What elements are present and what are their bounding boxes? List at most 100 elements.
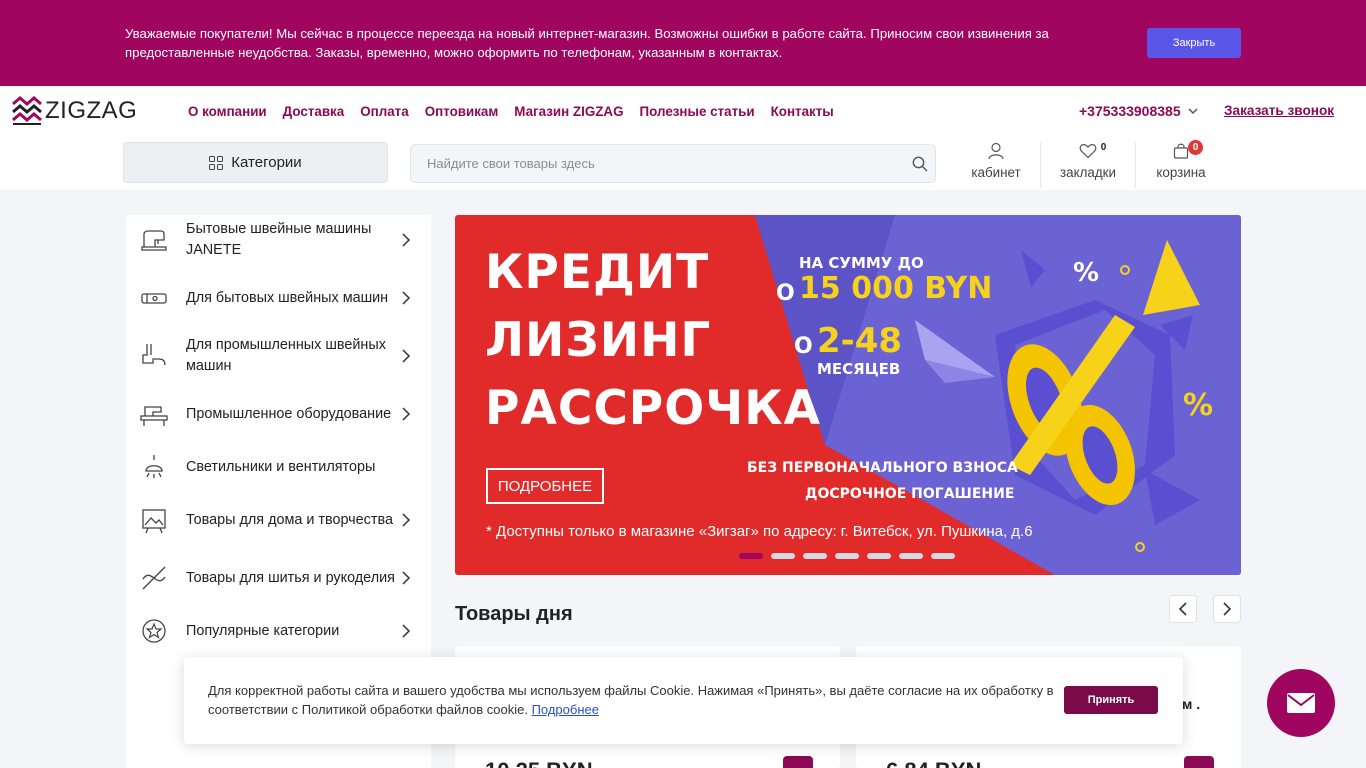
banner-term-prefix: О xyxy=(794,334,813,359)
search-box xyxy=(410,144,936,183)
sidebar-item-industrial-equipment[interactable]: Промышленное оборудование xyxy=(126,385,431,443)
chevron-right-icon xyxy=(402,571,411,585)
banner-more-button[interactable]: ПОДРОБНЕЕ xyxy=(486,468,604,504)
phone-number: +375333908385 xyxy=(1079,103,1181,119)
main-nav: О компании Доставка Оплата Оптовикам Маг… xyxy=(188,104,850,119)
nav-wholesale[interactable]: Оптовикам xyxy=(425,104,499,119)
product-price: 6,84 BYN xyxy=(886,758,981,768)
chevron-right-icon xyxy=(1223,602,1232,616)
chevron-right-icon xyxy=(402,513,411,527)
sidebar-item-label: Для промышленных швейных машин xyxy=(186,337,386,374)
product-title-partial: м . xyxy=(1182,696,1201,712)
account-button[interactable]: кабинет xyxy=(953,142,1039,186)
lamp-icon xyxy=(145,455,163,478)
slider-dot[interactable] xyxy=(803,553,827,559)
search-input[interactable] xyxy=(427,145,907,182)
user-icon xyxy=(988,142,1004,160)
sewing-machine-icon xyxy=(141,230,167,251)
nav-articles[interactable]: Полезные статьи xyxy=(640,104,755,119)
cookie-banner: Для корректной работы сайта и вашего удо… xyxy=(184,657,1183,744)
zigzag-logo-icon xyxy=(12,96,43,126)
svg-text:%: % xyxy=(1183,388,1213,423)
product-price: 10,25 BYN xyxy=(485,758,593,768)
banner-term-unit: МЕСЯЦЕВ xyxy=(817,360,901,378)
sidebar-item-label: Бытовые швейные машины JANETE xyxy=(186,221,372,258)
sidebar-item-label: Промышленное оборудование xyxy=(186,405,392,422)
carousel-next-button[interactable] xyxy=(1213,595,1241,623)
slider-dot[interactable] xyxy=(835,553,859,559)
sidebar-item-label: Товары для дома и творчества xyxy=(186,511,393,528)
slider-dot[interactable] xyxy=(899,553,923,559)
cart-count-badge: 0 xyxy=(1188,140,1203,155)
banner-condition-1: БЕЗ ПЕРВОНАЧАЛЬНОГО ВЗНОСА xyxy=(747,460,1018,476)
banner-sum-value: 15 000 BYN xyxy=(799,271,993,306)
phone-dropdown[interactable]: +375333908385 xyxy=(1079,103,1198,119)
slider-dot[interactable] xyxy=(739,553,763,559)
chevron-down-icon xyxy=(1188,108,1198,115)
sidebar-item-popular[interactable]: Популярные категории xyxy=(126,602,431,660)
banner-line-credit: КРЕДИТ xyxy=(485,245,710,300)
logo-text: ZIGZAG xyxy=(45,97,138,124)
promo-banner[interactable]: % % КРЕДИТ ЛИЗИНГ РАССРОЧКА НА СУММУ ДО … xyxy=(455,215,1241,575)
mail-icon xyxy=(1287,693,1315,713)
star-icon xyxy=(142,619,166,643)
chevron-right-icon xyxy=(402,407,411,421)
nav-store[interactable]: Магазин ZIGZAG xyxy=(514,104,623,119)
add-to-cart-button[interactable] xyxy=(783,756,813,768)
carousel-prev-button[interactable] xyxy=(1169,595,1197,623)
needle-thread-icon xyxy=(142,566,166,590)
sidebar-item-lamps[interactable]: Светильники и вентиляторы xyxy=(126,438,431,496)
banner-sum-prefix: О xyxy=(776,281,795,306)
sidebar-item-home-craft[interactable]: Товары для дома и творчества xyxy=(126,491,431,549)
cookie-text: Для корректной работы сайта и вашего удо… xyxy=(208,683,1054,717)
banner-footnote: * Доступны только в магазине «Зигзаг» по… xyxy=(486,523,1033,540)
bookmarks-button[interactable]: 0 закладки xyxy=(1045,142,1131,186)
banner-term-value: 2-48 xyxy=(817,321,903,361)
picture-icon xyxy=(142,509,166,534)
account-label: кабинет xyxy=(971,165,1021,180)
nav-contacts[interactable]: Контакты xyxy=(771,104,834,119)
nav-payment[interactable]: Оплата xyxy=(360,104,408,119)
notice-text: Уважаемые покупатели! Мы сейчас в процес… xyxy=(125,26,1049,60)
categories-label: Категории xyxy=(231,154,302,171)
contact-mail-button[interactable] xyxy=(1267,669,1335,737)
nav-about[interactable]: О компании xyxy=(188,104,267,119)
search-icon[interactable] xyxy=(912,156,928,172)
svg-text:%: % xyxy=(1073,258,1099,288)
slider-dot[interactable] xyxy=(931,553,955,559)
cookie-accept-button[interactable]: Принять xyxy=(1064,686,1158,714)
sidebar-item-janete[interactable]: Бытовые швейные машины JANETE xyxy=(126,211,431,269)
close-notice-button[interactable]: Закрыть xyxy=(1147,28,1241,58)
banner-condition-2: ДОСРОЧНОЕ ПОГАШЕНИЕ xyxy=(805,486,1015,502)
divider xyxy=(1135,142,1136,188)
sidebar-item-label: Для бытовых швейных машин xyxy=(186,289,389,306)
sidebar-item-home-machines[interactable]: Для бытовых швейных машин xyxy=(126,269,431,327)
cart-button[interactable]: 0 корзина xyxy=(1138,140,1224,186)
callback-link[interactable]: Заказать звонок xyxy=(1224,103,1334,118)
section-title: Товары дня xyxy=(455,603,573,625)
header: ZIGZAG О компании Доставка Оплата Оптови… xyxy=(0,86,1366,190)
slider-dots xyxy=(739,553,963,559)
categories-button[interactable]: Категории xyxy=(123,142,388,183)
sidebar-item-label: Популярные категории xyxy=(186,622,340,639)
slider-dot[interactable] xyxy=(867,553,891,559)
nav-delivery[interactable]: Доставка xyxy=(283,104,345,119)
industrial-foot-icon xyxy=(142,344,166,366)
heart-icon xyxy=(1079,144,1097,159)
chevron-right-icon xyxy=(402,349,411,363)
banner-line-leasing: ЛИЗИНГ xyxy=(485,313,712,368)
industrial-machine-icon xyxy=(140,406,168,426)
chevron-right-icon xyxy=(402,291,411,305)
sidebar-item-label: Светильники и вентиляторы xyxy=(186,458,376,475)
cookie-more-link[interactable]: Подробнее xyxy=(532,702,599,717)
slider-dot[interactable] xyxy=(771,553,795,559)
sidebar-item-label: Товары для шитья и рукоделия xyxy=(186,569,395,586)
sidebar-item-industrial-machines[interactable]: Для промышленных швейных машин xyxy=(126,327,431,385)
chevron-right-icon xyxy=(402,624,411,638)
chevron-right-icon xyxy=(402,233,411,247)
sidebar-item-sewing-goods[interactable]: Товары для шитья и рукоделия xyxy=(126,549,431,607)
banner-sum-caption: НА СУММУ ДО xyxy=(799,254,924,272)
logo[interactable]: ZIGZAG xyxy=(12,96,137,126)
add-to-cart-button[interactable] xyxy=(1184,756,1214,768)
banner-line-installment: РАССРОЧКА xyxy=(485,381,821,436)
